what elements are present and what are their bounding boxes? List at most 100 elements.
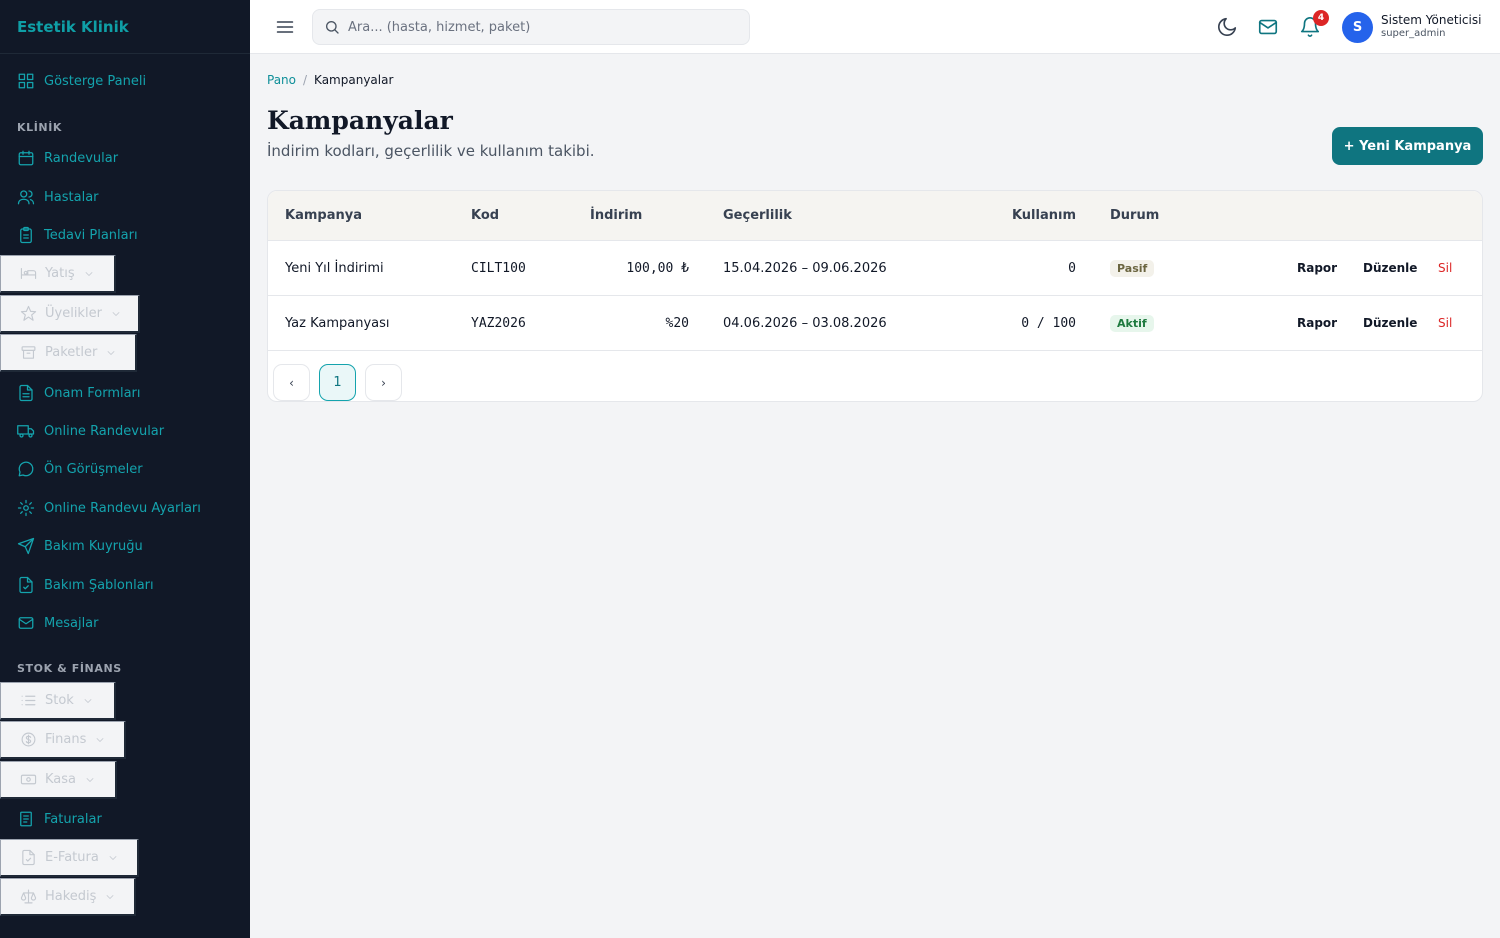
star-icon [20,305,37,321]
column-header-kullanim[interactable]: Kullanım [1012,208,1076,223]
user-role: super_admin [1381,28,1446,39]
sidebar-item-on-gorusmeler[interactable]: Ön Görüşmeler [17,458,143,480]
sidebar-group-finans[interactable]: Finans [0,721,126,759]
sidebar-item-label: Online Randevu Ayarları [44,500,201,516]
sidebar-group-uyelikler[interactable]: Üyelikler [0,295,140,333]
file-check-icon [22,849,35,866]
table-row: Yaz Kampanyası YAZ2026 %20 04.06.2026 – … [268,296,1482,351]
topbar: 4 S Sistem Yöneticisi super_admin [250,0,1500,54]
campaign-discount: 100,00 ₺ [626,261,689,276]
chevron-down-icon [107,894,114,899]
campaign-name: Yaz Kampanyası [285,316,390,331]
sidebar-item-label: Randevular [44,150,119,166]
file-check-icon [19,576,33,594]
sidebar-item-label: Hastalar [44,189,99,205]
brand-logo[interactable]: Estetik Klinik [0,0,250,54]
sidebar-item-label: Yatış [45,266,75,281]
delete-button[interactable]: Sil [1438,261,1452,275]
sidebar-group-stok[interactable]: Stok [0,682,116,720]
sidebar-item-label: Faturalar [44,811,102,827]
messages-button[interactable] [1257,16,1279,38]
sidebar-item-label: Hakediş [45,889,97,904]
breadcrumb-home-link[interactable]: Pano [267,73,296,87]
bed-icon [20,267,37,280]
pagination-prev-button[interactable]: ‹ [273,364,310,401]
campaign-discount: %20 [665,316,689,331]
table-row: Yeni Yıl İndirimi CILT100 100,00 ₺ 15.04… [268,241,1482,296]
sidebar-item-label: Paketler [45,345,98,360]
sidebar-item-label: Onam Formları [44,385,141,401]
moon-icon [1217,17,1237,37]
sidebar-group-hakedis[interactable]: Hakediş [0,878,136,916]
receipt-icon [20,811,32,827]
sidebar-group-kasa[interactable]: Kasa [0,761,117,799]
sidebar-item-label: Gösterge Paneli [44,73,147,89]
campaign-usage: 0 / 100 [1021,316,1076,331]
archive-icon [21,346,36,359]
pagination-next-button[interactable]: › [365,364,402,401]
page-title: Kampanyalar [267,106,453,135]
sidebar-group-paketler[interactable]: Paketler [0,334,137,372]
chevron-down-icon [85,271,93,276]
column-header-durum[interactable]: Durum [1110,208,1159,223]
sidebar-item-label: Mesajlar [44,615,99,631]
edit-button[interactable]: Düzenle [1363,316,1417,330]
search-bar[interactable] [312,9,750,45]
campaign-code: CILT100 [471,261,526,276]
sidebar-group-yatis[interactable]: Yatış [0,255,116,293]
column-header-kod[interactable]: Kod [471,208,499,223]
campaign-usage: 0 [1068,261,1076,276]
campaign-validity: 04.06.2026 – 03.08.2026 [723,316,887,331]
breadcrumb-separator: / [303,73,308,87]
scale-icon [20,889,37,904]
column-header-indirim[interactable]: İndirim [590,208,642,223]
user-name[interactable]: Sistem Yöneticisi [1381,13,1481,27]
sidebar-item-bakim-sablonlari[interactable]: Bakım Şablonları [17,574,154,596]
report-button[interactable]: Rapor [1297,316,1337,330]
settings-icon [17,499,35,517]
sidebar-group-efatura[interactable]: E-Fatura [0,839,139,877]
table-header: Kampanya Kod İndirim Geçerlilik Kullanım… [268,191,1482,241]
sidebar-item-label: Bakım Şablonları [44,577,154,593]
status-badge: Pasif [1110,260,1155,277]
sidebar-item-faturalar[interactable]: Faturalar [17,808,102,830]
mail-icon [18,617,34,629]
campaign-name: Yeni Yıl İndirimi [285,261,384,276]
sidebar-item-randevular[interactable]: Randevular [17,147,118,169]
notifications-button[interactable]: 4 [1299,10,1329,38]
search-icon [326,21,339,34]
sidebar-item-onam-formlari[interactable]: Onam Formları [17,382,141,404]
sidebar-item-dashboard[interactable]: Gösterge Paneli [17,70,146,92]
report-button[interactable]: Rapor [1297,261,1337,275]
campaign-validity: 15.04.2026 – 09.06.2026 [723,261,887,276]
dashboard-icon [18,73,34,89]
sidebar-item-bakim-kuyrugu[interactable]: Bakım Kuyruğu [17,535,143,557]
menu-toggle-button[interactable] [275,17,295,37]
pagination-page-button[interactable]: 1 [319,364,356,401]
sidebar-item-label: Online Randevular [44,423,165,439]
breadcrumb-current: Kampanyalar [314,73,394,87]
sidebar-item-tedavi-planlari[interactable]: Tedavi Planları [17,224,138,246]
chevron-down-icon [96,737,104,742]
avatar[interactable]: S [1342,12,1373,43]
sidebar-item-online-randevu-ayarlari[interactable]: Online Randevu Ayarları [17,497,201,519]
sidebar-item-label: E-Fatura [45,850,99,865]
column-header-kampanya[interactable]: Kampanya [285,208,362,223]
send-icon [17,537,35,555]
dollar-icon [21,732,36,747]
new-campaign-button[interactable]: + Yeni Kampanya [1332,127,1483,165]
campaigns-table: Kampanya Kod İndirim Geçerlilik Kullanım… [267,190,1483,402]
status-badge: Aktif [1110,315,1154,332]
sidebar-item-hastalar[interactable]: Hastalar [17,186,99,208]
search-input[interactable] [348,19,728,35]
sidebar-item-mesajlar[interactable]: Mesajlar [17,612,99,634]
sidebar-item-online-randevular[interactable]: Online Randevular [17,420,164,442]
menu-icon [276,21,294,33]
theme-toggle-button[interactable] [1216,16,1238,38]
breadcrumb: Pano / Kampanyalar [267,73,393,87]
sidebar-item-label: Stok [45,693,74,708]
delete-button[interactable]: Sil [1438,316,1452,330]
edit-button[interactable]: Düzenle [1363,261,1417,275]
column-header-gecerlilik[interactable]: Geçerlilik [723,208,792,223]
calendar-icon [18,150,34,166]
